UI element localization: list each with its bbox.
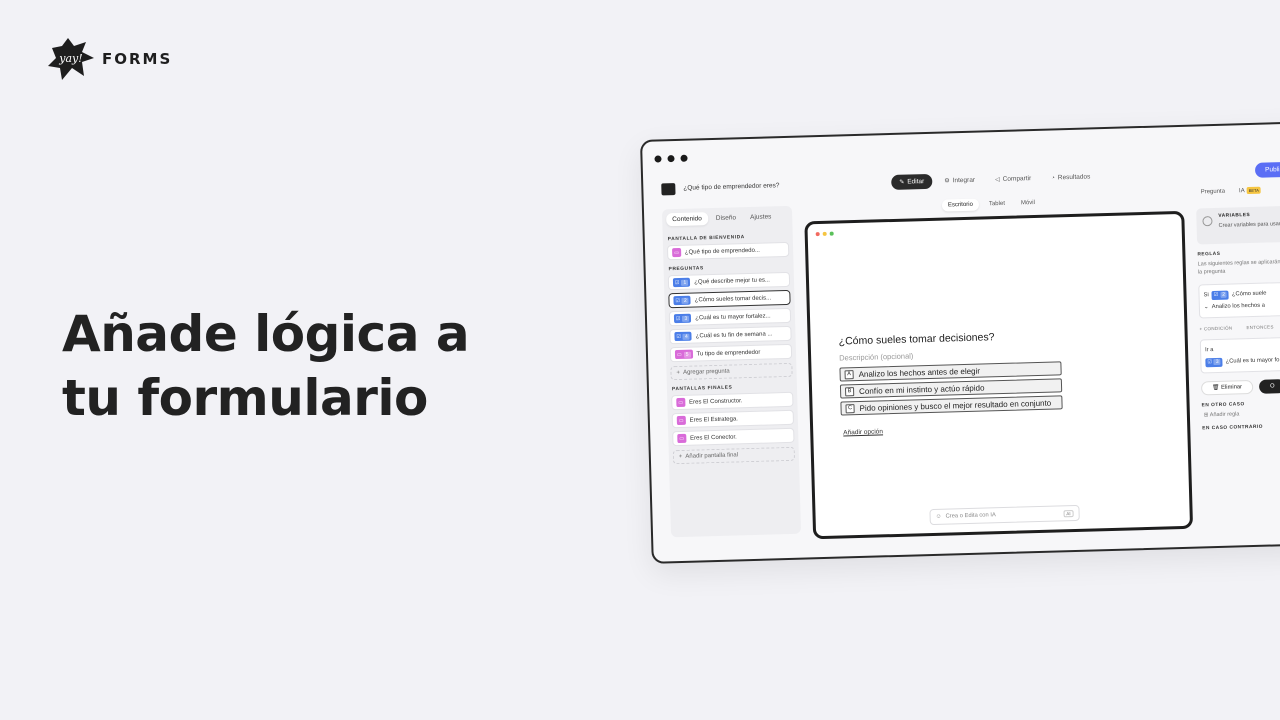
checkbox-question-icon: ☑ 2 [673,295,691,306]
app-logo-icon [661,183,676,196]
app-window-wrapper: ¿Qué tipo de emprendedor eres? ✎ Editar ⚙… [640,120,1280,564]
sidebar-item-question-4[interactable]: ☑ 4 ¿Cuál es tu fin de semana ... [669,325,792,345]
sidebar-item-ending-3[interactable]: ▭ Eres El Conector. [672,427,795,447]
beta-badge: BETA [1246,186,1261,195]
tab-movil[interactable]: Móvil [1015,197,1041,210]
checkbox-question-icon: ☑ 3 [1205,357,1223,367]
results-icon: ◔ [1051,174,1055,182]
headline-line-2: tu formulario [62,369,428,427]
plus-icon: + [678,453,683,461]
tab-pregunta[interactable]: Pregunta [1196,186,1231,199]
tab-contenido[interactable]: Contenido [666,212,709,227]
rule-meta: + CONDICIÓN ENTONCES [1199,324,1274,332]
integrations-icon: ⚙ [944,178,950,185]
rule-actions: 🗑 Eliminar O [1200,377,1280,396]
answer-options: A Analizo los hechos antes de elegir B C… [839,361,1063,418]
else-label: EN CASO CONTRARIO [1202,424,1264,432]
goto-rule-card: Ir a ☑ 3 ¿Cuál es tu mayor fo [1199,335,1280,374]
yay-star-logo-icon: yay! [48,38,94,80]
add-rule-button[interactable]: ⊞ Añadir regla [1204,408,1280,418]
pencil-icon: ✎ [899,179,905,186]
welcome-section-label: PANTALLA DE BIENVENIDA [667,235,745,243]
sidebar-item-welcome[interactable]: ▭ ¿Qué tipo de emprendedo... [666,241,790,261]
ending-question-icon: ▭ 5 [674,349,693,360]
form-preview-canvas: ¿Cómo sueles tomar decisiones? Descripci… [804,210,1194,540]
tab-escritorio[interactable]: Escritorio [941,198,980,212]
tab-compartir[interactable]: ◁ Compartir [987,171,1040,187]
tab-ia[interactable]: IA BETA [1234,185,1266,198]
endings-section-label: PANTALLAS FINALES [671,385,733,393]
ending-screen-icon: ▭ [676,397,686,408]
trash-icon: 🗑 [1212,384,1220,392]
tab-integrar[interactable]: ⚙ Integrar [936,172,983,188]
ending-screen-icon: ▭ [676,415,686,426]
delete-rule-button[interactable]: 🗑 Eliminar [1200,379,1254,396]
rules-description: Las siguientes reglas se aplicarán cuand… [1197,257,1280,276]
sidebar-item-question-3[interactable]: ☑ 3 ¿Cuál es tu mayor fortalez... [668,307,792,327]
tab-diseno[interactable]: Diseño [710,211,743,225]
checkbox-question-icon: ☑ 1 [672,277,691,288]
ending-screen-icon: ▭ [677,433,687,444]
tab-ajustes[interactable]: Ajustes [744,210,778,224]
plus-icon: + [676,369,681,377]
variables-icon [1202,216,1213,227]
tab-resultados[interactable]: ◔ Resultados [1043,169,1099,186]
checkbox-question-icon: ☑ 2 [1211,290,1230,300]
brand-wordmark: FORMS [102,50,173,68]
brand-logo: yay! FORMS [48,38,172,80]
add-ending-button[interactable]: + Añadir pantalla final [672,446,796,465]
app-window: ¿Qué tipo de emprendedor eres? ✎ Editar ⚙… [640,120,1280,564]
answer-option-c[interactable]: C Pido opiniones y busco el mejor result… [840,395,1063,416]
share-icon: ◁ [994,176,1000,184]
sidebar-item-question-5[interactable]: ▭ 5 Tu tipo de emprendedor [669,343,793,363]
checkbox-question-icon: ☑ 4 [674,331,692,342]
rules-label: REGLAS [1197,251,1221,258]
top-tabs: ✎ Editar ⚙ Integrar ◁ Compartir ◔ Resultados [891,169,1098,190]
sidebar-item-question-1[interactable]: ☑ 1 ¿Qué describe mejor tu es... [667,271,791,291]
add-condition-button[interactable]: + CONDICIÓN [1199,326,1232,332]
logic-panel: Pregunta IA BETA VARIABLES Crear variable… [1191,178,1280,522]
logic-rule-card: Si ☑ 2 ¿Cómo suele ⌄ Analizo los hechos … [1198,280,1280,319]
tab-editar[interactable]: ✎ Editar [891,173,933,190]
sidebar-item-question-2[interactable]: ☑ 2 ¿Cómo sueles tomar decis... [668,289,791,309]
plus-icon: ⊞ [1203,412,1209,419]
add-question-button[interactable]: + Agregar pregunta [670,362,793,381]
content-sidebar: Contenido Diseño Ajustes PANTALLA DE BIE… [661,205,802,538]
sidebar-tabs: Contenido Diseño Ajustes [662,206,793,231]
variables-card[interactable]: VARIABLES Crear variables para usar en t… [1196,204,1280,245]
tab-tablet[interactable]: Tablet [983,198,1011,211]
questions-section-label: PREGUNTAS [668,266,704,273]
sidebar-item-ending-2[interactable]: ▭ Eres El Estratega. [671,409,795,429]
question-title[interactable]: ¿Cómo sueles tomar decisiones? [839,331,995,347]
checkbox-question-icon: ☑ 3 [673,313,692,324]
sidebar-item-ending-1[interactable]: ▭ Eres El Constructor. [671,391,794,411]
form-title: ¿Qué tipo de emprendedor eres? [683,182,780,192]
ai-edit-input[interactable]: ☺ Crea o Edita con IA AI [929,504,1080,526]
device-view-tabs: Escritorio Tablet Móvil [941,197,1041,212]
right-panel-tabs: Pregunta IA BETA [1191,178,1280,202]
otherwise-label: EN OTRO CASO [1201,402,1245,409]
add-option-link[interactable]: Añadir opción [843,428,883,436]
publish-button[interactable]: Publi [1254,161,1280,178]
welcome-screen-icon: ▭ [672,247,682,258]
user-icon: ☺ [935,513,942,520]
confirm-rule-button[interactable]: O [1258,379,1280,394]
preview-window-dots [815,231,834,237]
headline-line-1: Añade lógica a [62,305,470,363]
ai-badge: AI [1063,509,1074,517]
app-top-bar: ¿Qué tipo de emprendedor eres? ✎ Editar ⚙… [643,160,1280,204]
question-description[interactable]: Descripción (opcional) [839,351,913,362]
headline: Añade lógica a tu formulario [62,302,470,430]
window-dots [654,154,688,163]
chevron-down-icon: ⌄ [1203,304,1209,311]
svg-text:yay!: yay! [58,52,82,65]
